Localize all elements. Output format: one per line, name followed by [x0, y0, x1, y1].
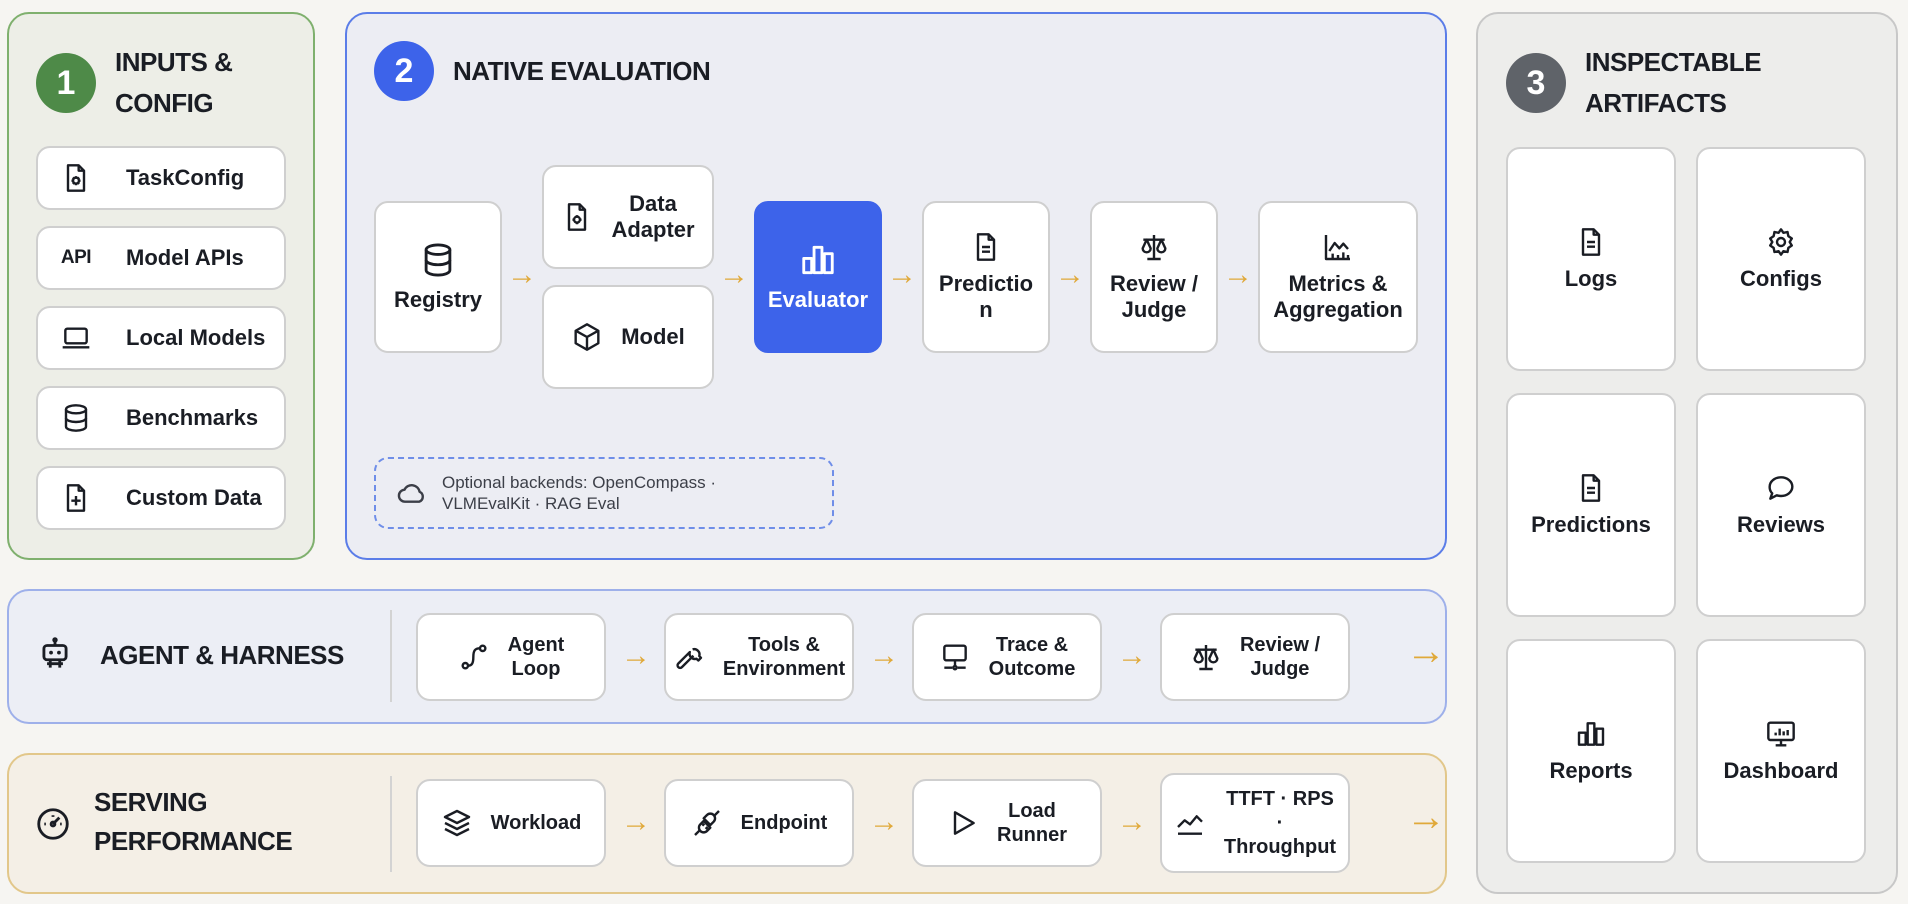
tools-environment-step[interactable]: Tools & Environment	[664, 613, 854, 701]
document-icon	[970, 231, 1002, 263]
artifact-predictions[interactable]: Predictions	[1506, 393, 1676, 617]
flow-arrow: →	[1117, 639, 1147, 672]
monitor-pin-icon	[939, 641, 971, 673]
bar-chart-icon	[1575, 718, 1607, 750]
review-judge-node[interactable]: Review / Judge	[1090, 201, 1218, 353]
section-number-badge-3: 3	[1506, 53, 1566, 113]
layers-icon	[441, 807, 473, 839]
flow-arrow: →	[1055, 258, 1085, 291]
input-local-models[interactable]: Local Models	[36, 306, 286, 370]
scale-icon	[1190, 641, 1222, 673]
workload-step[interactable]: Workload	[416, 779, 606, 867]
gauge-icon	[34, 805, 72, 843]
artifact-configs[interactable]: Configs	[1696, 147, 1866, 371]
cube-icon	[571, 321, 603, 353]
flow-arrow-outgoing: →	[1406, 795, 1446, 839]
metrics-aggregation-node[interactable]: Metrics & Aggregation	[1258, 201, 1418, 353]
document-icon	[1575, 472, 1607, 504]
serving-performance-title: SERVING PERFORMANCE	[94, 787, 293, 856]
registry-node[interactable]: Registry	[374, 201, 502, 353]
flow-arrow: →	[887, 258, 917, 291]
file-plus-icon	[58, 482, 94, 514]
cloud-icon	[396, 477, 428, 509]
line-chart-icon	[1322, 231, 1354, 263]
wrench-icon	[673, 641, 705, 673]
section-number-badge-1: 1	[36, 53, 96, 113]
evaluator-node[interactable]: Evaluator	[754, 201, 882, 353]
artifact-reviews[interactable]: Reviews	[1696, 393, 1866, 617]
database-icon	[58, 402, 94, 434]
input-model-apis[interactable]: API Model APIs	[36, 226, 286, 290]
optional-backends-box: Optional backends: OpenCompass · VLMEval…	[374, 457, 834, 529]
row-divider	[390, 610, 392, 702]
agent-harness-title: AGENT & HARNESS	[100, 640, 344, 670]
flow-arrow-outgoing: →	[1406, 629, 1446, 673]
route-icon	[458, 641, 490, 673]
flow-arrow: →	[869, 639, 899, 672]
agent-loop-step[interactable]: Agent Loop	[416, 613, 606, 701]
ttft-rps-throughput-step[interactable]: TTFT · RPS · Throughput	[1160, 773, 1350, 873]
inputs-config-title: INPUTS & CONFIG	[115, 47, 233, 118]
flow-arrow: →	[719, 258, 749, 291]
prediction-node[interactable]: Predictio n	[922, 201, 1050, 353]
scale-icon	[1138, 231, 1170, 263]
gear-icon	[1765, 226, 1797, 258]
chat-bubble-icon	[1765, 472, 1797, 504]
gear-document-icon	[58, 162, 94, 194]
inspectable-artifacts-title: INSPECTABLE ARTIFACTS	[1585, 47, 1762, 118]
flow-arrow: →	[869, 805, 899, 838]
native-evaluation-title: NATIVE EVALUATION	[453, 56, 711, 86]
artifact-dashboard[interactable]: Dashboard	[1696, 639, 1866, 863]
row-divider	[390, 776, 392, 872]
flow-arrow: →	[507, 258, 537, 291]
data-adapter-node[interactable]: Data Adapter	[542, 165, 714, 269]
document-icon	[1575, 226, 1607, 258]
flow-arrow: →	[621, 639, 651, 672]
trace-outcome-step[interactable]: Trace & Outcome	[912, 613, 1102, 701]
monitor-chart-icon	[1765, 718, 1797, 750]
trend-line-icon	[1174, 807, 1206, 839]
flow-arrow: →	[1117, 805, 1147, 838]
bar-chart-icon	[799, 241, 837, 279]
flow-arrow: →	[1223, 258, 1253, 291]
robot-icon	[36, 636, 74, 674]
play-icon	[947, 807, 979, 839]
input-taskconfig[interactable]: TaskConfig	[36, 146, 286, 210]
endpoint-step[interactable]: Endpoint	[664, 779, 854, 867]
review-judge-step[interactable]: Review / Judge	[1160, 613, 1350, 701]
plug-icon	[691, 807, 723, 839]
section-number-badge-2: 2	[374, 41, 434, 101]
flow-arrow: →	[621, 805, 651, 838]
input-custom-data[interactable]: Custom Data	[36, 466, 286, 530]
input-benchmarks[interactable]: Benchmarks	[36, 386, 286, 450]
database-icon	[419, 241, 457, 279]
model-node[interactable]: Model	[542, 285, 714, 389]
artifact-reports[interactable]: Reports	[1506, 639, 1676, 863]
gear-document-icon	[561, 201, 593, 233]
laptop-icon	[58, 322, 94, 354]
load-runner-step[interactable]: Load Runner	[912, 779, 1102, 867]
api-text-icon: API	[60, 247, 92, 268]
artifact-logs[interactable]: Logs	[1506, 147, 1676, 371]
